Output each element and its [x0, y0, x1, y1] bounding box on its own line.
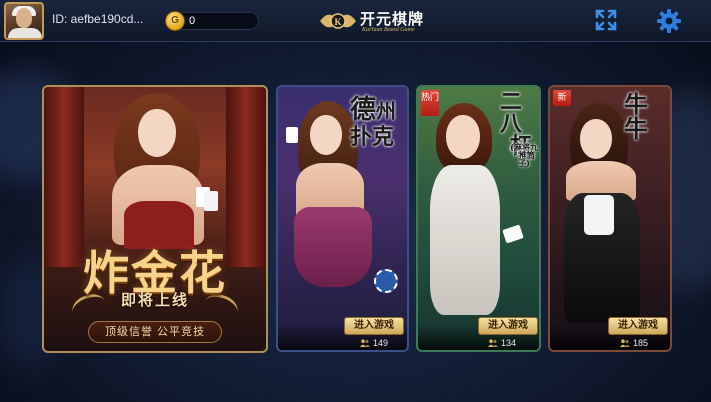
- game-subtitle: 即将上线: [120, 292, 189, 309]
- game-card-erbagang[interactable]: 热门 二八 杠 (麻将九 · 推筒子) 进入游戏 134: [416, 85, 541, 352]
- app-logo: K 开元棋牌 KaiYuan Board Game: [318, 6, 438, 38]
- avatar[interactable]: [4, 2, 44, 40]
- top-bar: ID: aefbe190cd... G 0 K 开元棋牌 KaiYuan Boa…: [0, 0, 711, 42]
- online-count: 134: [488, 338, 516, 348]
- users-icon: [488, 339, 498, 347]
- online-count: 149: [360, 338, 388, 348]
- playing-card-icon: [204, 191, 218, 211]
- logo-title: 开元棋牌: [360, 11, 425, 28]
- dealer-illustration: [104, 91, 218, 251]
- coin-balance: G 0: [165, 11, 259, 31]
- online-count: 185: [620, 338, 648, 348]
- coin-icon: G: [165, 11, 185, 31]
- enter-game-button[interactable]: 进入游戏: [478, 317, 538, 335]
- game-title: 牛牛: [624, 90, 648, 143]
- user-id: ID: aefbe190cd...: [52, 12, 144, 26]
- game-card-texas-holdem[interactable]: 德州 扑克 进入游戏 149: [276, 85, 409, 352]
- game-card-niuniu[interactable]: 新 牛牛 进入游戏 185: [548, 85, 672, 352]
- game-card-zhajinhua[interactable]: 炸金花 即将上线 顶级信誉 公平竞技: [42, 85, 268, 353]
- users-icon: [360, 339, 370, 347]
- fullscreen-icon: [595, 9, 617, 31]
- svg-text:K: K: [334, 17, 341, 27]
- coin-value: 0: [189, 15, 196, 27]
- hot-badge: 热门: [421, 90, 439, 116]
- game-subtitle: (麻将九 · 推筒子): [510, 142, 538, 168]
- new-badge: 新: [553, 90, 571, 106]
- enter-game-button[interactable]: 进入游戏: [344, 317, 404, 335]
- enter-game-button[interactable]: 进入游戏: [608, 317, 668, 335]
- lobby-screen: ID: aefbe190cd... G 0 K 开元棋牌 KaiYuan Boa…: [0, 0, 711, 402]
- logo-emblem-icon: K: [320, 13, 356, 29]
- poker-chip-icon: [374, 269, 398, 293]
- users-icon: [620, 339, 630, 347]
- fullscreen-button[interactable]: [594, 8, 618, 32]
- playing-card-icon: [286, 127, 298, 143]
- settings-button[interactable]: [655, 7, 683, 35]
- game-banner: 顶级信誉 公平竞技: [88, 321, 222, 343]
- gear-icon: [657, 9, 681, 33]
- logo-subtitle: KaiYuan Board Game: [362, 27, 415, 33]
- game-title: 德州 扑克: [350, 95, 397, 150]
